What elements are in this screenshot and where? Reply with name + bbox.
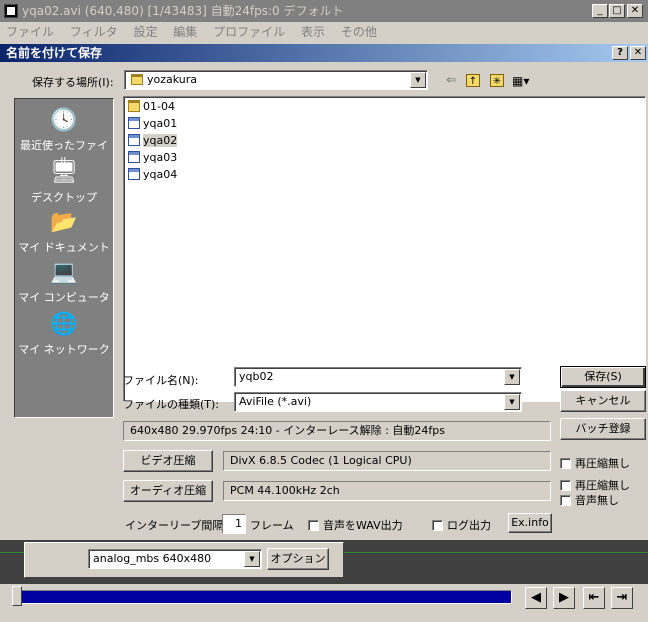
folder-icon <box>131 74 143 85</box>
chevron-down-icon[interactable]: ▼ <box>504 369 520 385</box>
menu-profile[interactable]: プロファイル <box>213 25 285 39</box>
no-audio-checkbox[interactable]: 音声無し <box>560 492 619 508</box>
menu-view[interactable]: 表示 <box>301 25 325 39</box>
no-recompress-audio-checkbox[interactable]: 再圧縮無し <box>560 477 630 493</box>
my-computer-icon: 💻 <box>50 260 78 285</box>
menu-other[interactable]: その他 <box>341 25 377 39</box>
go-start-button[interactable]: ⇤ <box>583 587 605 609</box>
list-item[interactable]: 01-04 <box>128 99 175 115</box>
app-icon <box>4 4 18 18</box>
filetype-select[interactable]: AviFile (*.avi) ▼ <box>234 392 522 412</box>
next-frame-button[interactable]: ▶ <box>553 587 575 609</box>
menu-settings[interactable]: 設定 <box>133 25 157 39</box>
frame-unit-label: フレーム <box>250 519 294 532</box>
option-button[interactable]: オプション <box>267 548 329 570</box>
list-item[interactable]: yqa04 <box>128 167 177 183</box>
filename-label: ファイル名(N): <box>123 374 199 387</box>
list-item[interactable]: yqa03 <box>128 150 177 166</box>
cancel-button[interactable]: キャンセル <box>560 390 646 412</box>
place-documents-label: マイ ドキュメント <box>18 241 110 254</box>
new-folder-icon[interactable]: ✳ <box>490 74 504 87</box>
video-file-icon <box>128 168 140 180</box>
prev-frame-button[interactable]: ◀ <box>525 587 547 609</box>
location-label: 保存する場所(I): <box>32 76 114 89</box>
close-button[interactable]: ✕ <box>627 4 643 18</box>
batch-register-button[interactable]: バッチ登録 <box>560 418 646 440</box>
place-desktop-label: デスクトップ <box>31 191 97 204</box>
filename-input[interactable]: yqb02 ▼ <box>234 367 522 387</box>
seek-thumb[interactable] <box>12 586 22 606</box>
place-desktop[interactable]: 🖥 デスクトップ <box>15 159 113 205</box>
recent-files-icon: 🕓 <box>50 108 78 133</box>
back-icon[interactable]: ⇐ <box>446 74 457 88</box>
video-info-field: 640x480 29.970fps 24:10 - インターレース解除 : 自動… <box>123 421 551 441</box>
view-menu-icon[interactable]: ▦▾ <box>512 74 529 88</box>
place-computer-label: マイ コンピュータ <box>18 291 110 304</box>
dialog-title-bar: 名前を付けて保存 ? ✕ <box>0 44 648 62</box>
chevron-down-icon[interactable]: ▼ <box>410 72 426 88</box>
go-end-button[interactable]: ⇥ <box>611 587 633 609</box>
menu-file[interactable]: ファイル <box>6 25 54 39</box>
minimize-button[interactable]: _ <box>592 4 608 18</box>
interleave-input[interactable]: 1 <box>222 514 246 534</box>
plugin-panel: analog_mbs 640x480 ▼ オプション <box>24 542 344 578</box>
seek-progress <box>21 591 511 603</box>
menu-filter[interactable]: フィルタ <box>70 25 118 39</box>
file-list: 01-04 yqa01 yqa02 yqa03 yqa04 <box>123 96 646 402</box>
help-button[interactable]: ? <box>612 46 628 60</box>
skip-end-icon: ⇥ <box>616 590 628 605</box>
app-title-bar: yqa02.avi (640,480) [1/43483] 自動24fps:0 … <box>0 0 648 22</box>
place-documents[interactable]: 📂 マイ ドキュメント <box>15 209 113 255</box>
maximize-button[interactable]: □ <box>609 4 625 18</box>
video-file-icon <box>128 134 140 146</box>
place-computer[interactable]: 💻 マイ コンピュータ <box>15 259 113 305</box>
video-file-icon <box>128 117 140 129</box>
prev-frame-icon: ◀ <box>531 590 541 605</box>
dialog-title: 名前を付けて保存 <box>6 46 103 60</box>
chevron-down-icon[interactable]: ▼ <box>244 551 260 567</box>
menu-bar: ファイル フィルタ 設定 編集 プロファイル 表示 その他 <box>0 22 648 42</box>
filetype-label: ファイルの種類(T): <box>123 398 220 411</box>
save-dialog: 名前を付けて保存 ? ✕ 保存する場所(I): yozakura ▼ ⇐ ↑ ✳… <box>0 44 648 540</box>
audio-compress-button[interactable]: オーディオ圧縮 <box>123 480 213 502</box>
log-output-checkbox[interactable]: ログ出力 <box>432 517 491 533</box>
skip-start-icon: ⇤ <box>588 590 600 605</box>
places-bar: 🕓 最近使ったファイル 🖥 デスクトップ 📂 マイ ドキュメント 💻 マイ コン… <box>14 98 114 418</box>
video-codec-field: DivX 6.8.5 Codec (1 Logical CPU) <box>223 451 551 471</box>
location-value: yozakura <box>147 73 198 86</box>
place-network[interactable]: 🌐 マイ ネットワーク <box>15 311 113 357</box>
save-button[interactable]: 保存(S) <box>560 366 646 388</box>
place-network-label: マイ ネットワーク <box>18 343 110 356</box>
dialog-close-button[interactable]: ✕ <box>630 46 646 60</box>
seek-bar[interactable] <box>20 590 512 604</box>
video-compress-button[interactable]: ビデオ圧縮 <box>123 450 213 472</box>
folder-icon <box>128 100 140 112</box>
audio-codec-field: PCM 44.100kHz 2ch <box>223 481 551 501</box>
location-select[interactable]: yozakura ▼ <box>124 70 428 90</box>
menu-edit[interactable]: 編集 <box>173 25 197 39</box>
plugin-select[interactable]: analog_mbs 640x480 ▼ <box>88 549 262 569</box>
my-documents-icon: 📂 <box>50 210 78 235</box>
exinfo-button[interactable]: Ex.info <box>508 513 552 533</box>
interleave-label: インターリーブ間隔 : <box>125 519 231 532</box>
my-network-icon: 🌐 <box>50 312 78 337</box>
wav-output-checkbox[interactable]: 音声をWAV出力 <box>308 517 403 533</box>
desktop-icon: 🖥 <box>50 160 78 185</box>
app-title: yqa02.avi (640,480) [1/43483] 自動24fps:0 … <box>22 4 344 18</box>
list-item[interactable]: yqa01 <box>128 116 177 132</box>
next-frame-icon: ▶ <box>559 590 569 605</box>
chevron-down-icon[interactable]: ▼ <box>504 394 520 410</box>
bottom-panel: analog_mbs 640x480 ▼ オプション ◀ ▶ ⇤ ⇥ <box>0 540 648 622</box>
up-folder-icon[interactable]: ↑ <box>466 74 480 87</box>
no-recompress-video-checkbox[interactable]: 再圧縮無し <box>560 455 630 471</box>
list-item-selected[interactable]: yqa02 <box>128 133 178 149</box>
seek-area: ◀ ▶ ⇤ ⇥ <box>0 584 648 622</box>
video-file-icon <box>128 151 140 163</box>
